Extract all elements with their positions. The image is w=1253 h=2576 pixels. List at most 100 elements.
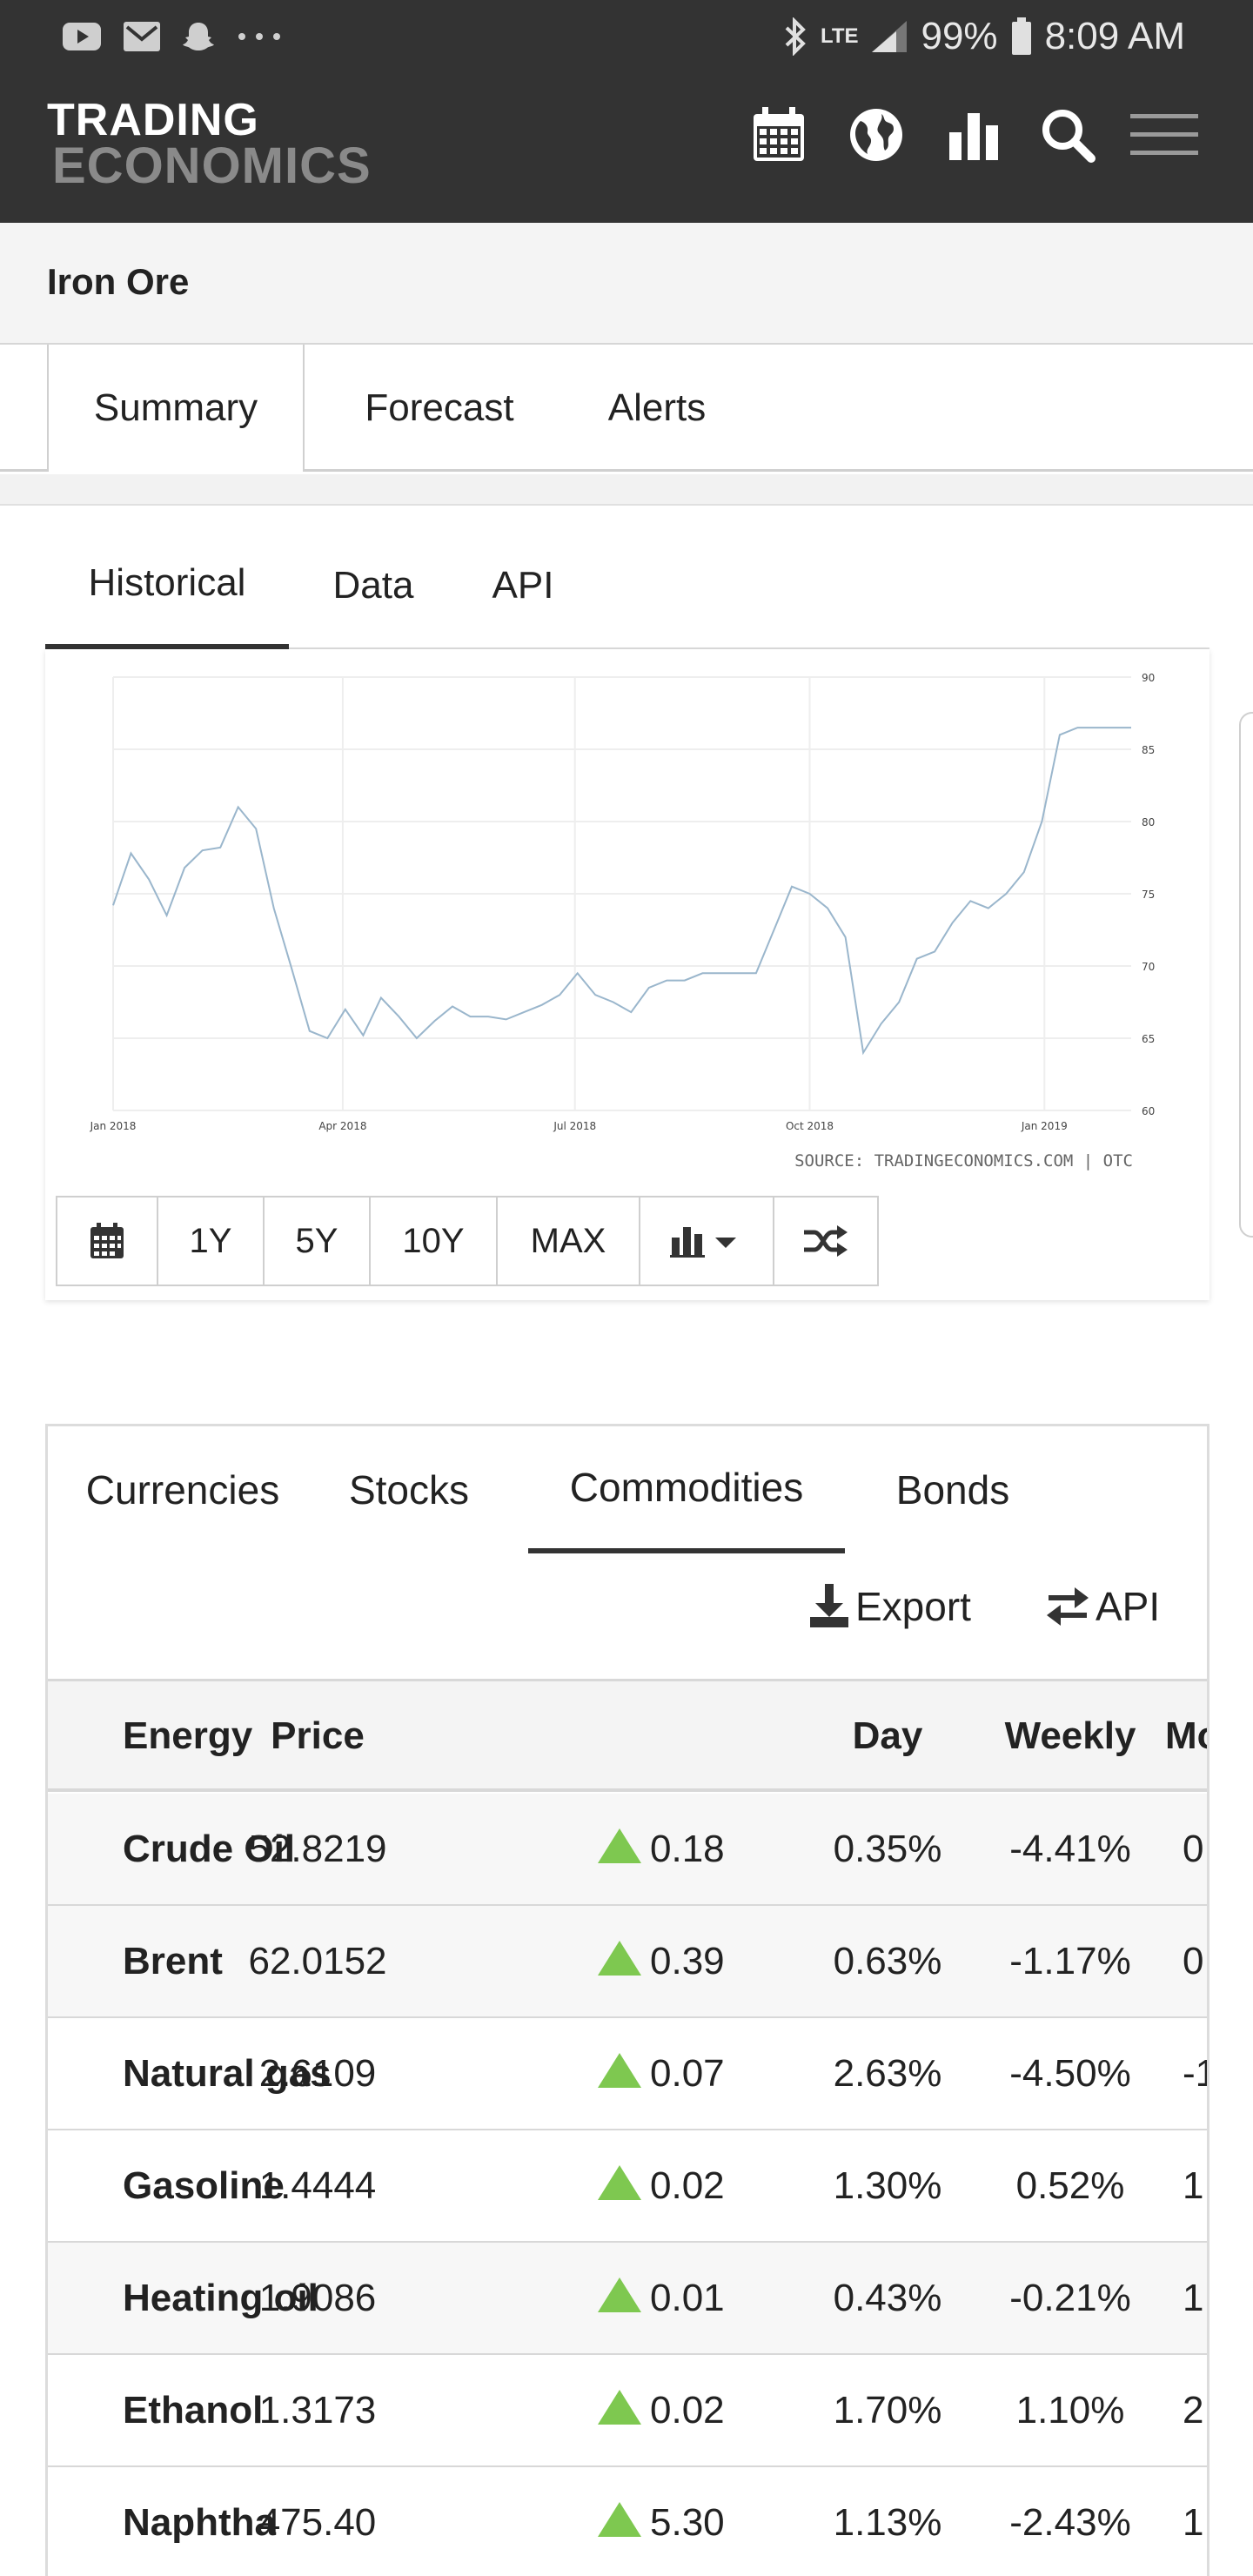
menu-icon[interactable] <box>1129 104 1199 165</box>
change-value: 0.18 <box>650 1827 725 1870</box>
commodity-price: 1.4444 <box>258 2163 377 2207</box>
export-button[interactable]: Export <box>808 1576 971 1637</box>
date-range-button[interactable] <box>57 1197 158 1285</box>
commodity-weekly: -4.50% <box>1009 2051 1131 2095</box>
commodity-monthly: 1 <box>1183 2163 1204 2207</box>
status-bar: LTE 99% 8:09 AM <box>0 0 1253 73</box>
tab-stocks[interactable]: Stocks <box>326 1426 492 1553</box>
bar-chart-icon[interactable] <box>943 104 1004 165</box>
y-tick-label: 90 <box>1142 672 1155 684</box>
shuffle-icon <box>804 1225 848 1257</box>
commodity-name[interactable]: Brent <box>123 1906 223 2016</box>
table-body: Crude Oil 52.8219 0.18 0.35% -4.41% 0 Brent 62.… <box>48 1794 1207 2576</box>
logo-line-2: ECONOMICS <box>52 138 372 195</box>
change-value: 0.07 <box>650 2051 725 2095</box>
x-tick-label: Jan 2019 <box>1021 1120 1068 1132</box>
commodity-change: 0.01 <box>598 2243 725 2353</box>
bluetooth-icon <box>785 17 806 56</box>
range-10y-button[interactable]: 10Y <box>371 1197 498 1285</box>
compare-button[interactable] <box>774 1197 877 1285</box>
series-line <box>112 727 1131 1056</box>
table-row[interactable]: Crude Oil 52.8219 0.18 0.35% -4.41% 0 <box>48 1794 1207 1906</box>
range-1y-button[interactable]: 1Y <box>158 1197 265 1285</box>
tab-alerts[interactable]: Alerts <box>574 345 740 472</box>
header-day[interactable]: Day <box>779 1681 996 1791</box>
chart-tabs: Historical Data API <box>45 522 1209 649</box>
more-dots-icon <box>238 33 280 40</box>
table-row[interactable]: Naphtha 475.40 5.30 1.13% -2.43% 1 <box>48 2467 1207 2576</box>
table-header: Energy Price Day Weekly Mo <box>48 1679 1207 1792</box>
tab-bonds[interactable]: Bonds <box>866 1426 1040 1553</box>
table-row[interactable]: Heating oil 1.9086 0.01 0.43% -0.21% 1 <box>48 2243 1207 2355</box>
header-price[interactable]: Price <box>213 1681 422 1791</box>
commodity-day: 2.63% <box>833 2051 942 2095</box>
youtube-icon <box>63 23 101 50</box>
header-monthly[interactable]: Mo <box>1165 1681 1207 1791</box>
x-tick-label: Oct 2018 <box>786 1120 834 1132</box>
range-max-button[interactable]: MAX <box>498 1197 640 1285</box>
tab-currencies[interactable]: Currencies <box>57 1426 309 1553</box>
table-row[interactable]: Natural gas2.61090.072.63%-4.50%-1 <box>48 2018 1207 2130</box>
range-5y-button[interactable]: 5Y <box>265 1197 371 1285</box>
commodity-change: 5.30 <box>598 2467 725 2576</box>
commodity-change: 0.18 <box>598 1794 725 1904</box>
commodity-change: 0.07 <box>598 2018 725 2129</box>
chart-source: SOURCE: TRADINGECONOMICS.COM | OTC <box>794 1151 1133 1171</box>
chart-grid <box>112 676 1131 1111</box>
snapchat-icon <box>183 23 214 50</box>
app-header: TRADING ECONOMICS <box>0 73 1253 223</box>
side-drawer-handle[interactable] <box>1239 712 1253 1238</box>
commodity-weekly: -0.21% <box>1009 2276 1131 2319</box>
chart-type-dropdown[interactable] <box>640 1197 774 1285</box>
table-row[interactable]: Gasoline 1.4444 0.02 1.30% 0.52% 1 <box>48 2130 1207 2243</box>
tab-api[interactable]: API <box>458 522 588 649</box>
tab-historical[interactable]: Historical <box>45 522 289 649</box>
page-title: Iron Ore <box>47 261 190 302</box>
search-icon[interactable] <box>1037 104 1098 165</box>
up-arrow-icon <box>598 1940 641 1976</box>
commodity-weekly: 1.10% <box>1015 2388 1125 2432</box>
battery-percent: 99% <box>921 15 998 57</box>
battery-icon <box>1011 17 1031 55</box>
tab-data[interactable]: Data <box>306 522 440 649</box>
top-tabs: Summary Forecast Alerts <box>0 345 1253 472</box>
commodity-price: 62.0152 <box>248 1939 387 1982</box>
commodity-monthly: 0 <box>1183 1939 1204 1982</box>
system-status: LTE 99% 8:09 AM <box>782 9 1185 64</box>
commodity-price: 475.40 <box>258 2500 377 2544</box>
page-title-bar: Iron Ore <box>0 223 1253 345</box>
change-value: 5.30 <box>650 2500 725 2544</box>
api-button[interactable]: API <box>1045 1576 1160 1637</box>
tab-commodities[interactable]: Commodities <box>528 1426 845 1553</box>
commodity-weekly: -1.17% <box>1009 1939 1131 1982</box>
commodity-change: 0.02 <box>598 2355 725 2465</box>
x-axis-ticks: Jan 2018 Apr 2018 Jul 2018 Oct 2018 Jan 2019 <box>90 1120 1068 1132</box>
signal-icon <box>872 21 908 52</box>
commodity-monthly: 1 <box>1183 2500 1204 2544</box>
commodity-monthly: 1 <box>1183 2276 1204 2319</box>
up-arrow-icon <box>598 2501 641 2537</box>
commodity-change: 0.02 <box>598 2130 725 2241</box>
table-row[interactable]: Ethanol 1.3173 0.02 1.70% 1.10% 2 <box>48 2355 1207 2467</box>
table-row[interactable]: Brent 62.0152 0.39 0.63% -1.17% 0 <box>48 1906 1207 2018</box>
logo[interactable]: TRADING ECONOMICS <box>47 97 372 195</box>
tab-forecast[interactable]: Forecast <box>322 345 557 472</box>
markets-card: Currencies Stocks Commodities Bonds Expo… <box>45 1424 1209 2576</box>
change-value: 0.39 <box>650 1939 725 1982</box>
commodity-change: 0.39 <box>598 1906 725 2016</box>
x-tick-label: Jan 2018 <box>90 1120 137 1132</box>
x-tick-label: Jul 2018 <box>553 1120 596 1132</box>
globe-icon[interactable] <box>846 104 907 165</box>
commodity-price: 1.9086 <box>258 2276 377 2319</box>
header-weekly[interactable]: Weekly <box>988 1681 1153 1791</box>
x-tick-label: Apr 2018 <box>318 1120 366 1132</box>
commodity-day: 0.63% <box>833 1939 942 1982</box>
notification-icons <box>61 16 284 57</box>
y-tick-label: 70 <box>1142 961 1155 973</box>
commodity-weekly: -4.41% <box>1009 1827 1131 1870</box>
calendar-icon[interactable] <box>748 104 809 165</box>
tab-summary[interactable]: Summary <box>47 345 305 472</box>
commodity-monthly: 0 <box>1183 1827 1204 1870</box>
price-chart: 60 65 70 75 80 85 90 Jan 2018 Apr 2018 Jul 2018 O… <box>90 672 1156 1171</box>
up-arrow-icon <box>598 2389 641 2425</box>
